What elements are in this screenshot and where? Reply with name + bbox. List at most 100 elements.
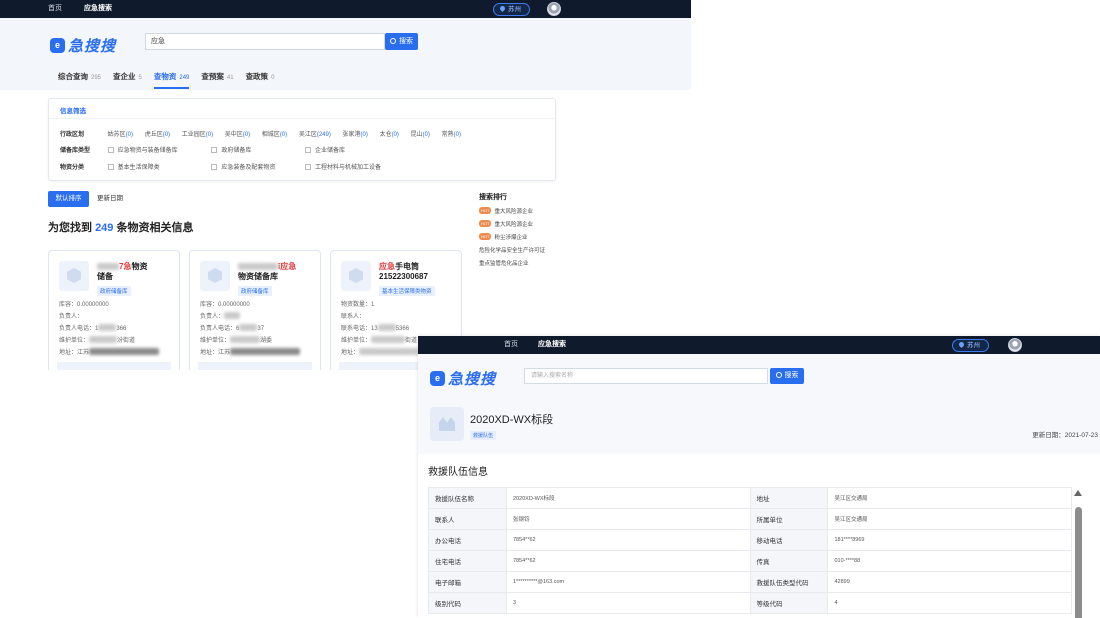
checkbox-icon bbox=[305, 164, 312, 170]
field-label: 传真 bbox=[749, 550, 829, 572]
search-input[interactable]: 请输入搜索名称 bbox=[524, 368, 768, 384]
avatar[interactable] bbox=[1008, 338, 1022, 352]
card-row: 联系人： bbox=[341, 311, 365, 320]
tab-plans[interactable]: 查预案 41 bbox=[201, 71, 233, 89]
store-type-filter-row: 储备库类型 应急物资与装备储备库 政府储备库 企业储备库 bbox=[60, 145, 355, 154]
location-selector[interactable]: 苏州 bbox=[952, 339, 989, 352]
region-option[interactable]: 常熟(0) bbox=[442, 129, 461, 138]
region-option[interactable]: 昆山(0) bbox=[411, 129, 430, 138]
table-row: 联系人 张钢钧 所属单位 吴江区交通局 bbox=[428, 508, 1072, 530]
redacted-text bbox=[224, 312, 241, 319]
location-selector[interactable]: 苏州 bbox=[493, 3, 530, 16]
tab-policies[interactable]: 查政策 0 bbox=[246, 71, 275, 89]
material-card[interactable]: 7急物资 储备 政府储备库 库容：0.00000000 负责人： 负责人电话：1 3… bbox=[48, 250, 180, 370]
search-input[interactable]: 应急 bbox=[145, 33, 385, 50]
region-option[interactable]: 工业园区(0) bbox=[182, 129, 213, 138]
card-row: 地址： bbox=[341, 347, 420, 356]
category-checkbox[interactable]: 基本生活保障类 bbox=[107, 162, 200, 171]
ranking-item[interactable]: HOT 重大风险源企业 bbox=[479, 220, 545, 228]
region-option[interactable]: 相城区(0) bbox=[262, 129, 287, 138]
region-option[interactable]: 姑苏区(0) bbox=[108, 129, 133, 138]
tab-materials[interactable]: 查物资 249 bbox=[153, 71, 190, 89]
store-type-checkbox[interactable]: 政府储备库 bbox=[211, 145, 293, 154]
scroll-up-icon[interactable] bbox=[1074, 490, 1082, 496]
store-type-checkbox[interactable]: 应急物资与装备储备库 bbox=[107, 145, 200, 154]
region-option[interactable]: 太仓(0) bbox=[380, 129, 399, 138]
card-tag: 政府储备库 bbox=[238, 286, 272, 296]
hot-badge: HOT bbox=[479, 220, 492, 227]
location-text: 苏州 bbox=[967, 342, 980, 349]
row-value: 江苏 bbox=[218, 350, 231, 356]
tab-count: 249 bbox=[179, 75, 190, 81]
filter-title[interactable]: 信息筛选 bbox=[60, 105, 86, 119]
ranking-item[interactable]: HOT 重大风险源企业 bbox=[479, 207, 545, 215]
logo[interactable]: e 急搜搜 bbox=[50, 35, 116, 56]
card-row: 维护单位： 街道 bbox=[341, 335, 417, 344]
top-nav-bar: 首页 应急搜索 苏州 bbox=[418, 336, 1100, 354]
title-text: 手电筒 bbox=[395, 262, 419, 271]
row-label: 维护单位： bbox=[341, 338, 372, 344]
region-count: (0) bbox=[422, 132, 430, 138]
table-row: 电子邮箱 1**********@163.com 救援队伍类型代码 42899 bbox=[428, 571, 1072, 593]
search-button-label: 搜索 bbox=[784, 372, 799, 379]
card-tag: 政府储备库 bbox=[97, 286, 131, 296]
scroll-thumb[interactable] bbox=[1075, 507, 1082, 618]
filter-panel: 信息筛选 行政区划 姑苏区(0) 虎丘区(0) 工业园区(0) 吴中区(0) 相… bbox=[48, 98, 556, 181]
search-button[interactable]: 搜索 bbox=[385, 33, 418, 50]
field-value: 7854**62 bbox=[505, 550, 751, 572]
card-row: 联系电话：13 5366 bbox=[341, 323, 409, 332]
title-highlight: 应急 bbox=[379, 262, 395, 271]
region-count: (0) bbox=[125, 132, 134, 138]
card-row: 物资数量：1 bbox=[341, 299, 374, 308]
sort-default-button[interactable]: 默认排序 bbox=[48, 191, 89, 207]
result-count-heading: 为您找到 249 条物资相关信息 bbox=[48, 219, 193, 235]
material-card[interactable]: ī应急 物资储备库 政府储备库 库容：0.00000000 负责人： 负责人电话：… bbox=[189, 250, 321, 370]
tab-label: 查政策 bbox=[245, 72, 269, 81]
card-title[interactable]: ī应急 物资储备库 bbox=[238, 262, 318, 282]
ranking-item[interactable]: 重点监管危化品企业 bbox=[479, 259, 545, 267]
checkbox-icon bbox=[107, 164, 114, 170]
redacted-text bbox=[239, 324, 258, 331]
info-table: 救援队伍名称 2020XD-WX标段 地址 吴江区交通局 联系人 张钢钧 所属单… bbox=[428, 487, 1072, 614]
ranking-item[interactable]: HOT 粉尘涉爆企业 bbox=[479, 233, 545, 241]
title-highlight: ī应急 bbox=[278, 262, 297, 271]
store-type-checkbox[interactable]: 企业储备库 bbox=[305, 145, 345, 154]
redacted-text bbox=[238, 263, 278, 270]
card-row: 负责人电话：1 366 bbox=[59, 323, 126, 332]
card-title[interactable]: 7急物资 储备 bbox=[97, 262, 177, 282]
checkbox-label: 应急物资与装备储备库 bbox=[117, 148, 178, 154]
tab-enterprise[interactable]: 查企业 5 bbox=[113, 71, 142, 89]
search-icon bbox=[390, 38, 396, 44]
category-checkbox[interactable]: 应急装备及配套物资 bbox=[211, 162, 293, 171]
field-value: 010-****88 bbox=[827, 550, 1072, 572]
region-option[interactable]: 吴中区(0) bbox=[225, 129, 250, 138]
card-title[interactable]: 应急手电筒 21522300687 bbox=[379, 262, 459, 282]
tab-overview[interactable]: 综合查询 295 bbox=[58, 71, 101, 89]
region-option[interactable]: 吴江区(249) bbox=[299, 129, 331, 138]
row-label: 地址： bbox=[200, 350, 219, 356]
scrollbar[interactable] bbox=[1074, 490, 1082, 618]
region-count: (0) bbox=[205, 132, 214, 138]
checkbox-label: 政府储备库 bbox=[221, 148, 252, 154]
tab-count: 0 bbox=[271, 75, 275, 81]
location-pin-icon bbox=[957, 340, 966, 349]
field-value: 181****8969 bbox=[827, 529, 1072, 551]
category-label: 物资分类 bbox=[60, 165, 85, 171]
table-row: 救援队伍名称 2020XD-WX标段 地址 吴江区交通局 bbox=[428, 487, 1072, 509]
nav-home[interactable]: 首页 bbox=[48, 0, 62, 18]
region-count: (0) bbox=[360, 132, 368, 138]
cube-icon bbox=[200, 261, 230, 291]
nav-home[interactable]: 首页 bbox=[504, 336, 518, 354]
avatar[interactable] bbox=[547, 2, 561, 16]
nav-emergency-search[interactable]: 应急搜索 bbox=[84, 0, 112, 18]
row-tail: 366 bbox=[116, 326, 127, 332]
logo[interactable]: e 急搜搜 bbox=[430, 368, 496, 389]
region-option[interactable]: 张家港(0) bbox=[343, 129, 368, 138]
category-checkbox[interactable]: 工程材料与机械加工设备 bbox=[305, 162, 381, 171]
ranking-item[interactable]: 危险化学品安全生产许可证 bbox=[479, 246, 545, 254]
search-button[interactable]: 搜索 bbox=[770, 368, 804, 384]
region-option[interactable]: 虎丘区(0) bbox=[145, 129, 170, 138]
sort-date-button[interactable]: 更新日期 bbox=[92, 191, 128, 207]
nav-emergency-search[interactable]: 应急搜索 bbox=[538, 336, 566, 354]
field-label: 级别代码 bbox=[428, 592, 507, 614]
